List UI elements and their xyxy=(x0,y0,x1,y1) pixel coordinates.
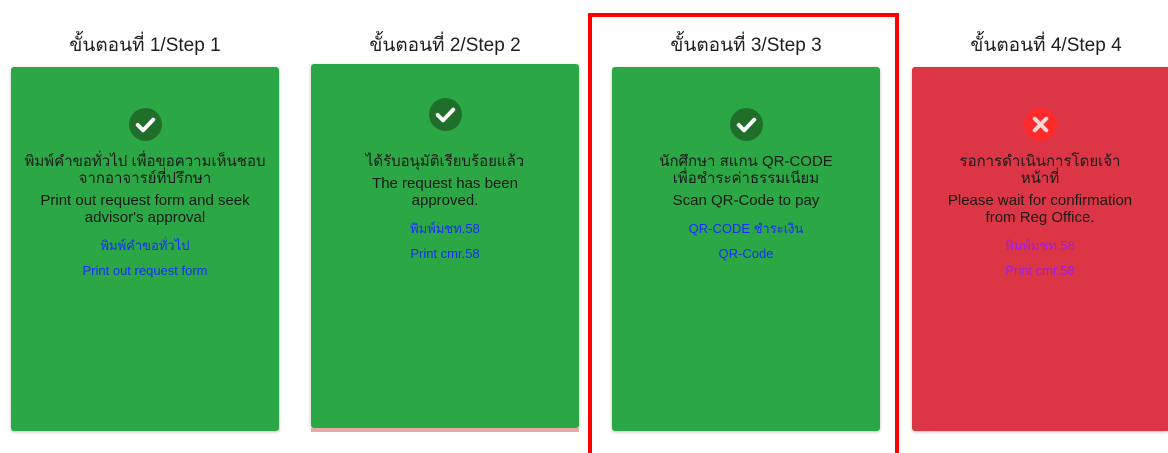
step-2-english-link[interactable]: Print cmr.58 xyxy=(311,246,579,262)
step-2-card: ได้รับอนุมัติเรียบร้อยแล้ว The request h… xyxy=(311,64,579,432)
step-2-title: ขั้นตอนที่ 2/Step 2 xyxy=(369,35,521,56)
check-circle-icon xyxy=(428,98,462,131)
step-1: ขั้นตอนที่ 1/Step 1 พิมพ์คำขอทั่วไป เพื่… xyxy=(11,0,279,439)
step-1-english-link[interactable]: Print out request form xyxy=(11,263,279,279)
step-4-english-text: Please wait for confirmation from Reg Of… xyxy=(947,192,1133,226)
step-1-card: พิมพ์คำขอทั่วไป เพื่อขอความเห็นชอบจากอาจ… xyxy=(11,67,279,431)
step-2-english-text: The request has been approved. xyxy=(372,175,518,209)
step-4-title: ขั้นตอนที่ 4/Step 4 xyxy=(970,35,1122,56)
step-4: ขั้นตอนที่ 4/Step 4 รอการดำเนินการโดยเจ้… xyxy=(912,0,1168,439)
step-1-thai-link[interactable]: พิมพ์คำขอทั่วไป xyxy=(11,238,279,254)
step-2-thai-text: ได้รับอนุมัติเรียบร้อยแล้ว xyxy=(365,153,525,170)
step-2-thai-link[interactable]: พิมพ์มชท.58 xyxy=(311,221,579,237)
card-bottom-edge xyxy=(311,428,579,432)
step-1-thai-text: พิมพ์คำขอทั่วไป เพื่อขอความเห็นชอบจากอาจ… xyxy=(24,153,266,187)
step-4-english-link[interactable]: Print cmr.58 xyxy=(912,263,1168,279)
step-1-title: ขั้นตอนที่ 1/Step 1 xyxy=(69,35,221,56)
step-4-thai-text: รอการดำเนินการโดยเจ้าหน้าที่ xyxy=(959,153,1121,187)
step-2: ขั้นตอนที่ 2/Step 2 ได้รับอนุมัติเรียบร้… xyxy=(311,0,579,439)
step-4-thai-link[interactable]: พิมพ์มชท.58 xyxy=(912,238,1168,254)
step-4-card: รอการดำเนินการโดยเจ้าหน้าที่ Please wait… xyxy=(912,67,1168,431)
step-1-english-text: Print out request form and seek advisor'… xyxy=(40,192,250,226)
step-3-highlight-frame xyxy=(588,13,899,453)
times-circle-icon xyxy=(1023,108,1057,141)
check-circle-icon xyxy=(128,108,162,141)
